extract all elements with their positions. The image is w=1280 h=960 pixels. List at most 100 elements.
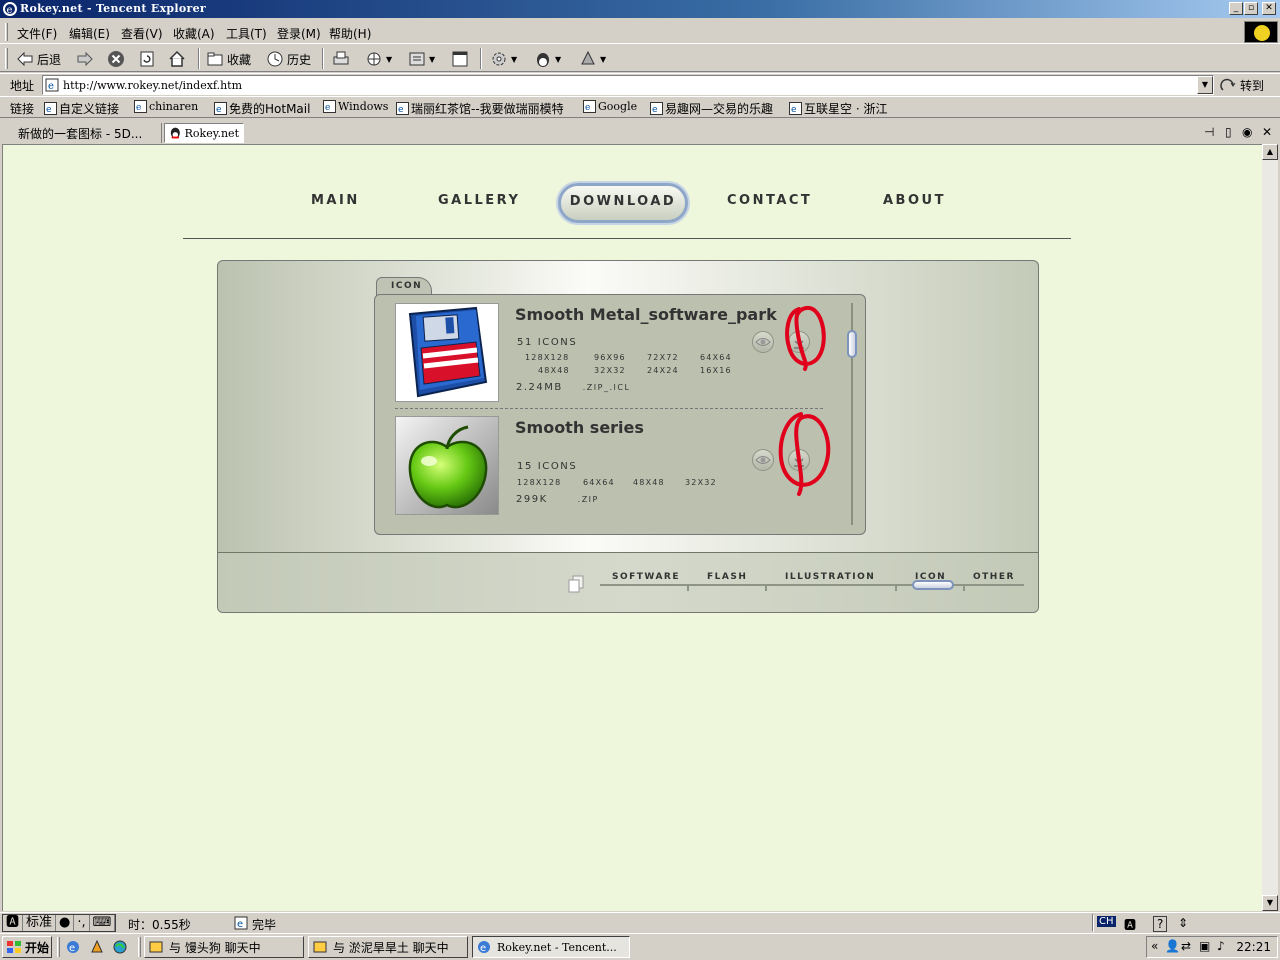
category-other[interactable]: OTHER xyxy=(973,572,1015,582)
penguin-logo-icon xyxy=(1254,25,1270,41)
link-item[interactable]: e Windows xyxy=(323,100,388,113)
nav-download[interactable]: DOWNLOAD xyxy=(558,183,688,223)
favorites-button[interactable]: 收藏 xyxy=(206,48,251,70)
pin-icon[interactable]: ⊣ xyxy=(1204,125,1214,139)
list-scroll-thumb[interactable] xyxy=(847,330,857,358)
preview-button[interactable] xyxy=(752,449,774,471)
start-button[interactable]: 开始 xyxy=(2,936,52,958)
menu-view[interactable]: 查看(V) xyxy=(121,25,163,42)
taskbar-task-active[interactable]: e Rokey.net - Tencent... xyxy=(472,936,630,958)
scroll-down-button[interactable]: ▼ xyxy=(1262,895,1278,911)
forward-button[interactable] xyxy=(76,48,94,70)
home-icon xyxy=(169,50,185,67)
edit-button[interactable]: ▼ xyxy=(365,48,392,70)
nav-about[interactable]: ABOUT xyxy=(883,193,946,208)
preview-button[interactable] xyxy=(752,331,774,353)
item-thumbnail[interactable] xyxy=(395,416,499,515)
link-item[interactable]: e 易趣网—交易的乐趣 xyxy=(650,100,773,117)
help-icon[interactable]: ? xyxy=(1153,916,1168,932)
menu-edit[interactable]: 编辑(E) xyxy=(69,25,110,42)
category-tick xyxy=(687,585,689,591)
tab-item[interactable]: 新做的一套图标 - 5D... xyxy=(4,123,162,143)
tray-user-icon[interactable]: 👤 xyxy=(1165,939,1180,953)
svg-text:e: e xyxy=(136,103,141,113)
link-label: 互联星空 · 浙江 xyxy=(804,102,888,116)
go-arrow-icon xyxy=(1220,78,1236,91)
refresh-button[interactable] xyxy=(138,48,156,70)
scroll-up-button[interactable]: ▲ xyxy=(1262,144,1278,160)
link-item[interactable]: e 自定义链接 xyxy=(44,100,119,117)
tray-network-icon[interactable]: ⇄ xyxy=(1181,939,1191,953)
link-item[interactable]: e Google xyxy=(583,100,637,113)
tools-button[interactable]: ▼ xyxy=(490,48,517,70)
category-software[interactable]: SOFTWARE xyxy=(612,572,680,582)
category-bar: SOFTWARE FLASH ILLUSTRATION ICON OTHER xyxy=(218,553,1038,612)
ie-page-icon: e xyxy=(478,941,490,954)
menu-help[interactable]: 帮助(H) xyxy=(329,25,371,42)
stop-button[interactable] xyxy=(107,48,125,70)
media-quicklaunch-icon[interactable] xyxy=(89,939,105,955)
ie-page-icon: e xyxy=(396,102,409,115)
taskbar-grip xyxy=(57,937,60,957)
globe-quicklaunch-icon[interactable] xyxy=(112,939,128,955)
toolbar-grip xyxy=(5,48,8,69)
window-button[interactable] xyxy=(451,48,469,70)
green-apple-icon xyxy=(408,425,488,509)
taskbar-task[interactable]: 与 淤泥旱旱土 聊天中 xyxy=(308,936,468,958)
link-item[interactable]: e 免费的HotMail xyxy=(214,100,310,117)
close-button[interactable]: ✕ xyxy=(1262,2,1276,15)
nav-gallery[interactable]: GALLERY xyxy=(438,193,520,208)
discuss-button[interactable]: ▼ xyxy=(408,48,435,70)
taskbar-task[interactable]: 与 馒头狗 聊天中 xyxy=(144,936,304,958)
size-label: 48X48 xyxy=(633,478,665,487)
print-button[interactable] xyxy=(332,48,350,70)
ime-toolbar[interactable]: 🅰 标准 ● ·, ⌨ xyxy=(2,914,117,932)
task-label: Rokey.net - Tencent... xyxy=(497,940,617,954)
address-dropdown-button[interactable]: ▼ xyxy=(1197,76,1213,94)
link-item[interactable]: e 瑞丽红茶馆--我要做瑞丽模特 xyxy=(396,100,564,117)
options-icon[interactable]: ⇕ xyxy=(1178,916,1188,930)
tabs-bar: 新做的一套图标 - 5D... Rokey.net ⊣ ▯ ◉ ✕ xyxy=(0,121,1280,143)
tray-expand-icon[interactable]: « xyxy=(1151,939,1158,953)
minimize-button[interactable]: _ xyxy=(1229,2,1243,15)
skin-button[interactable]: ▼ xyxy=(579,48,606,70)
red-annotation-circle xyxy=(785,306,826,371)
eye-icon[interactable]: ◉ xyxy=(1242,125,1252,139)
menu-favorites[interactable]: 收藏(A) xyxy=(173,25,215,42)
maximize-button[interactable]: ▫ xyxy=(1244,2,1258,15)
nav-download-label: DOWNLOAD xyxy=(569,194,677,209)
page-scrollbar[interactable]: ▲ ▼ xyxy=(1262,144,1278,911)
download-panel: ICON Smooth Metal_software_park 51 ICONS xyxy=(217,260,1039,613)
tray-volume-icon[interactable]: ♪ xyxy=(1217,939,1225,953)
menu-tools[interactable]: 工具(T) xyxy=(226,25,267,42)
tray-monitor-icon[interactable]: ▣ xyxy=(1199,939,1210,953)
category-illustration[interactable]: ILLUSTRATION xyxy=(785,572,875,582)
address-input[interactable]: e http://www.rokey.net/indexf.htm ▼ xyxy=(42,75,1214,95)
go-button[interactable]: 转到 xyxy=(1220,77,1264,94)
go-label: 转到 xyxy=(1240,79,1265,93)
icon-list-card: Smooth Metal_software_park 51 ICONS 128X… xyxy=(374,294,866,535)
category-tick xyxy=(765,585,767,591)
link-item[interactable]: e 互联星空 · 浙江 xyxy=(789,100,887,117)
close-tab-icon[interactable]: ✕ xyxy=(1262,125,1272,139)
item-thumbnail[interactable] xyxy=(395,303,499,402)
menu-login[interactable]: 登录(M) xyxy=(277,25,321,42)
menu-file[interactable]: 文件(F) xyxy=(17,25,57,42)
history-button[interactable]: 历史 xyxy=(266,48,311,70)
category-selected-indicator xyxy=(912,580,954,590)
back-button[interactable]: 后退 xyxy=(16,48,61,70)
size-label: 16X16 xyxy=(700,366,732,375)
home-button[interactable] xyxy=(168,48,186,70)
tab-item-active[interactable]: Rokey.net xyxy=(164,123,244,143)
ie-quicklaunch-icon[interactable]: e xyxy=(65,939,81,955)
ime-indicator-icon[interactable]: 🅰 xyxy=(1124,916,1136,933)
nav-main[interactable]: MAIN xyxy=(311,193,360,208)
qq-button[interactable]: ▼ xyxy=(534,48,561,70)
new-page-icon[interactable]: ▯ xyxy=(1225,125,1232,139)
nav-contact[interactable]: CONTACT xyxy=(727,193,812,208)
link-label: Google xyxy=(598,100,638,113)
language-indicator[interactable]: CH xyxy=(1097,916,1116,927)
category-flash[interactable]: FLASH xyxy=(707,572,747,582)
link-item[interactable]: e chinaren xyxy=(134,100,198,113)
window-icon xyxy=(452,51,468,67)
